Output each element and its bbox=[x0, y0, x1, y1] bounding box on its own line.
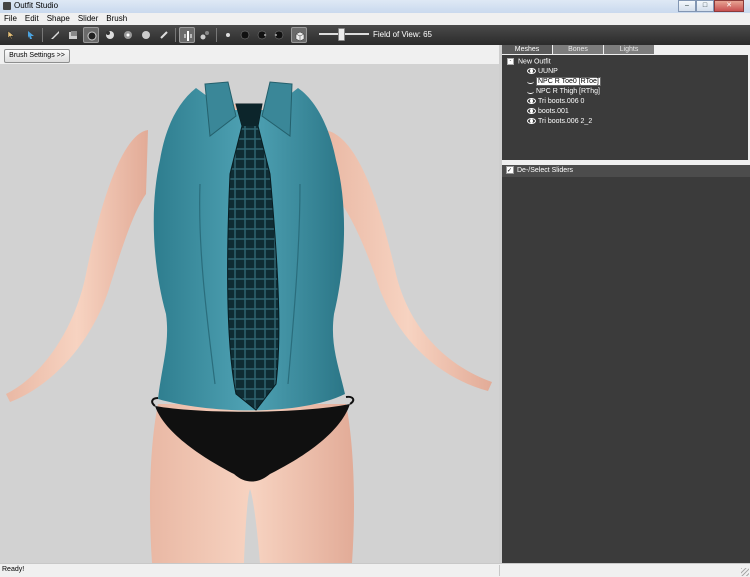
pointer-icon bbox=[7, 30, 15, 40]
brush-size-large-icon bbox=[257, 30, 267, 40]
tab-lights[interactable]: Lights bbox=[604, 45, 654, 54]
pen-icon bbox=[160, 31, 168, 39]
move-brush-icon bbox=[106, 31, 114, 39]
select-tool-button[interactable] bbox=[3, 27, 19, 43]
brush-settings-button[interactable]: Brush Settings >> bbox=[4, 49, 70, 63]
panel-tabs: Meshes Bones Lights bbox=[502, 45, 655, 54]
eye-icon[interactable] bbox=[527, 98, 536, 105]
cube-icon bbox=[295, 31, 305, 41]
connected-icon bbox=[200, 31, 209, 40]
fov-label: Field of View: 65 bbox=[373, 30, 432, 39]
sliders-list[interactable] bbox=[502, 177, 750, 563]
minimize-button[interactable]: – bbox=[678, 0, 696, 12]
resize-grip-icon[interactable] bbox=[741, 568, 749, 576]
mesh-item-label: boots.001 bbox=[538, 108, 569, 115]
menu-slider[interactable]: Slider bbox=[74, 13, 102, 25]
brush-size-xl-icon bbox=[274, 30, 284, 40]
eye-closed-icon[interactable] bbox=[527, 79, 534, 84]
select-sliders-checkbox[interactable] bbox=[506, 165, 514, 177]
weight-brush-icon bbox=[142, 31, 150, 39]
eye-icon[interactable] bbox=[527, 118, 536, 125]
close-button[interactable]: ✕ bbox=[714, 0, 744, 12]
mesh-item[interactable]: UUNP bbox=[527, 67, 558, 77]
eye-closed-icon[interactable] bbox=[527, 89, 534, 94]
status-separator bbox=[499, 565, 500, 576]
tab-meshes[interactable]: Meshes bbox=[502, 45, 552, 54]
tree-root-label: New Outfit bbox=[518, 58, 551, 66]
brush-size-medium-icon bbox=[240, 30, 250, 40]
toolbar-separator bbox=[175, 28, 176, 42]
sliders-header-label: De-/Select Sliders bbox=[517, 167, 574, 174]
connected-only-toggle[interactable] bbox=[197, 27, 213, 43]
mesh-item[interactable]: NPC R Toe0 [RToe] bbox=[527, 77, 601, 87]
title-bar: Outfit Studio – □ ✕ bbox=[0, 0, 750, 13]
menu-bar: File Edit Shape Slider Brush bbox=[0, 13, 750, 25]
left-arm bbox=[6, 130, 148, 402]
eye-icon[interactable] bbox=[527, 68, 536, 75]
mesh-item[interactable]: boots.001 bbox=[527, 107, 569, 117]
smooth-brush-icon bbox=[124, 31, 132, 39]
app-icon bbox=[3, 2, 11, 10]
wireframe-toggle[interactable] bbox=[291, 27, 307, 43]
deflate-brush-button[interactable] bbox=[83, 27, 99, 43]
inflate-icon bbox=[69, 31, 77, 39]
weight-brush-button[interactable] bbox=[138, 27, 154, 43]
transform-icon bbox=[28, 31, 34, 39]
mask-brush-button[interactable] bbox=[47, 27, 63, 43]
status-text: Ready! bbox=[2, 566, 25, 573]
mesh-item-label: NPC R Toe0 [RToe] bbox=[536, 77, 601, 86]
window-title: Outfit Studio bbox=[14, 1, 59, 10]
menu-shape[interactable]: Shape bbox=[43, 13, 74, 25]
brush-size-4-button[interactable] bbox=[271, 27, 287, 43]
menu-file[interactable]: File bbox=[0, 13, 21, 25]
tab-bones[interactable]: Bones bbox=[553, 45, 603, 54]
transform-tool-button[interactable] bbox=[23, 27, 39, 43]
model-render bbox=[6, 81, 492, 563]
menu-edit[interactable]: Edit bbox=[21, 13, 43, 25]
x-mirror-toggle[interactable] bbox=[179, 27, 195, 43]
brush-size-3-button[interactable] bbox=[254, 27, 270, 43]
mirror-icon bbox=[184, 31, 192, 41]
mesh-item-label: NPC R Thigh [RThg] bbox=[536, 88, 600, 95]
deflate-icon bbox=[87, 31, 97, 41]
sliders-header: De-/Select Sliders bbox=[502, 165, 750, 177]
fov-slider-thumb[interactable] bbox=[338, 28, 345, 41]
mask-brush-icon bbox=[51, 31, 59, 39]
brush-size-2-button[interactable] bbox=[237, 27, 253, 43]
status-bar: Ready! bbox=[0, 563, 750, 577]
maximize-button[interactable]: □ bbox=[696, 0, 714, 12]
menu-brush[interactable]: Brush bbox=[102, 13, 131, 25]
inflate-brush-button[interactable] bbox=[65, 27, 81, 43]
mesh-item[interactable]: Tri boots.006 0 bbox=[527, 97, 584, 107]
mesh-item-label: UUNP bbox=[538, 68, 558, 75]
mesh-item[interactable]: Tri boots.006 2_2 bbox=[527, 117, 592, 127]
toolbar-separator bbox=[42, 28, 43, 42]
mesh-item-label: Tri boots.006 0 bbox=[538, 98, 585, 105]
right-arm bbox=[325, 130, 492, 391]
color-brush-button[interactable] bbox=[156, 27, 172, 43]
brush-size-1-button[interactable] bbox=[220, 27, 236, 43]
mesh-item[interactable]: NPC R Thigh [RThg] bbox=[527, 87, 600, 97]
window-controls: – □ ✕ bbox=[678, 0, 744, 12]
mesh-item-label: Tri boots.006 2_2 bbox=[538, 118, 593, 125]
move-brush-button[interactable] bbox=[102, 27, 118, 43]
3d-viewport[interactable] bbox=[0, 64, 499, 563]
mesh-tree: - New Outfit UUNP NPC R Toe0 [RToe] NPC R… bbox=[502, 55, 748, 160]
toolbar-separator bbox=[216, 28, 217, 42]
smooth-brush-button[interactable] bbox=[120, 27, 136, 43]
collapse-icon[interactable]: - bbox=[507, 58, 514, 65]
tree-root[interactable]: - New Outfit bbox=[507, 58, 551, 65]
brush-size-small-icon bbox=[226, 33, 230, 37]
eye-icon[interactable] bbox=[527, 108, 536, 115]
